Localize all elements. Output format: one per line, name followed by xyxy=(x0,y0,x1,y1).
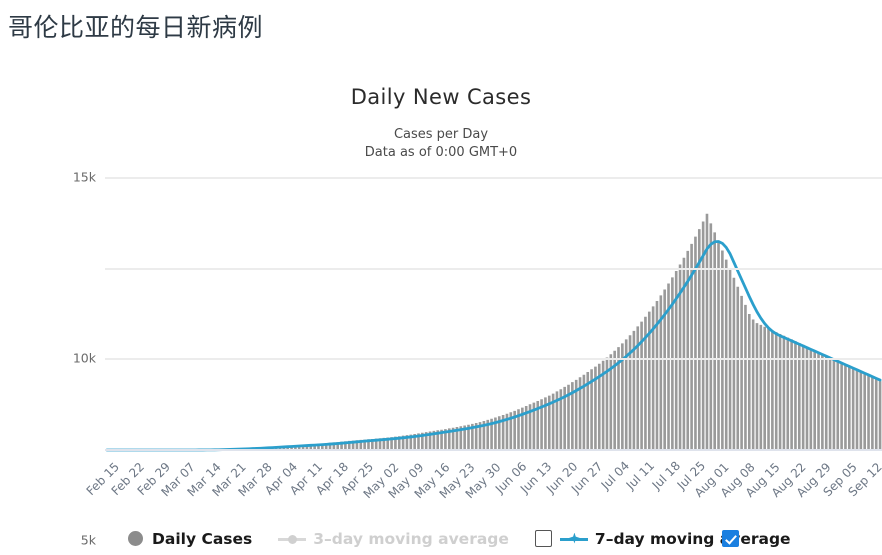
bar-series-daily-cases xyxy=(213,213,882,450)
gray-line-marker-icon xyxy=(278,532,307,546)
chart-title: Daily New Cases xyxy=(350,85,532,109)
y-axis-title xyxy=(30,178,50,450)
gridline-15k: 15k xyxy=(73,170,882,185)
legend-label: Daily Cases xyxy=(152,529,253,548)
blue-line-marker-icon xyxy=(559,532,588,546)
screenshot-root: 哥伦比亚的每日新病例 Daily New Cases Cases per Day… xyxy=(0,0,882,555)
chart-subtitle-data-as-of: Data as of 0:00 GMT+0 xyxy=(364,145,518,160)
legend-item-2[interactable]: 3–day moving average xyxy=(278,530,509,548)
y-tick-label: 10k xyxy=(72,350,96,366)
gridline-10k: 10k xyxy=(73,267,882,366)
marker-knob xyxy=(288,534,298,544)
page-title: 哥伦比亚的每日新病例 xyxy=(8,13,264,42)
daily-new-cases-chart: Daily New Cases Cases per Day Data as of… xyxy=(0,60,882,555)
gray-dot-marker-icon xyxy=(128,531,143,546)
legend-label: 3–day moving average xyxy=(313,529,509,548)
gridline-5k: 5k xyxy=(81,358,882,547)
chart-subtitle-cases-per-day: Cases per Day xyxy=(393,127,489,142)
legend-checkbox-3[interactable] xyxy=(534,530,552,547)
chart-series-svg xyxy=(105,213,882,450)
y-tick-label: 15k xyxy=(72,169,96,185)
plot-area: 05k10k15k xyxy=(73,170,882,547)
trailing-checkbox-wrapper[interactable] xyxy=(722,530,747,547)
trailing-checkbox[interactable] xyxy=(722,530,739,547)
chart-legend: Daily Cases 3–day moving average 7–day mov… xyxy=(0,522,882,555)
x-axis-tick-labels: Feb 15 Feb 22 Feb 29 Mar 07 Mar 14 Mar 21 Mar … xyxy=(84,452,882,522)
legend-item-1[interactable]: Daily Cases xyxy=(128,530,252,548)
legend-item-3[interactable]: 7–day moving average xyxy=(534,529,791,548)
marker-knob xyxy=(568,532,580,544)
legend-label: 7–day moving average xyxy=(594,529,791,548)
